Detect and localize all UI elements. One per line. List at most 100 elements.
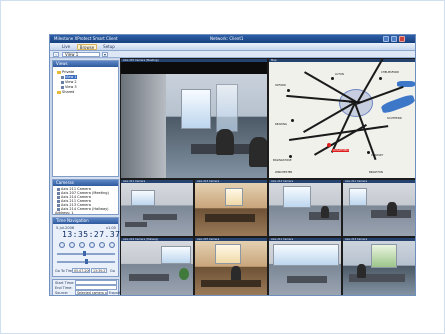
window-title: Network: Client1 (210, 36, 244, 41)
view-icon (61, 85, 64, 89)
light-window (225, 188, 243, 206)
camera-view[interactable]: Axis 211 Camera (120, 179, 194, 237)
desk (287, 276, 327, 283)
map-view[interactable]: Map LUTON OXFORD LONDON GUILDFORD READIN… (268, 58, 415, 179)
time-navigation-title: Time Navigation (53, 218, 118, 224)
map-city-label: LUTON (335, 73, 344, 76)
desk (143, 214, 177, 220)
tree-item-private[interactable]: Private (57, 70, 74, 74)
play-reverse-button[interactable] (79, 242, 85, 248)
window (161, 246, 191, 264)
time-slider-handle[interactable] (83, 251, 86, 256)
go-button[interactable]: Go (110, 269, 115, 273)
map-city-label: READING (275, 123, 287, 126)
camera-label: Axis 211 Camera (269, 238, 341, 241)
camera-view-meeting[interactable]: Axis 207 Camera (Meeting) (120, 58, 268, 179)
person-silhouette (216, 129, 234, 155)
tab-live[interactable]: Live (58, 44, 74, 50)
map-pin[interactable] (379, 77, 382, 80)
pause-button[interactable] (89, 242, 95, 248)
camera-grid: Axis 207 Camera (Meeting) Map LUTON OXFO… (120, 58, 415, 295)
window (273, 244, 339, 266)
skip-forward-button[interactable] (109, 242, 115, 248)
window (283, 186, 311, 208)
view-icon (61, 80, 64, 84)
camera-label: Axis 214 Camera (269, 180, 341, 183)
map-city-label: BRIGHTON (369, 171, 383, 174)
goto-time-field[interactable]: 13:35:27 (91, 268, 107, 273)
map-city-label: CRAWLEY (371, 154, 384, 157)
window (349, 188, 367, 206)
end-time-label: End Time: (55, 286, 73, 290)
desk (129, 274, 169, 281)
cameras-panel-title: Cameras (53, 180, 118, 186)
map-city-label: OXFORD (275, 84, 286, 87)
camera-view[interactable]: Axis 213 Camera (194, 179, 268, 237)
camera-status: Address: 1 (55, 211, 74, 215)
export-button[interactable]: Export (109, 291, 120, 295)
tree-item-shared[interactable]: Shared (57, 90, 74, 94)
minimize-button[interactable] (383, 36, 389, 42)
camera-location-marker[interactable] (327, 143, 331, 147)
camera-view[interactable]: Axis 213 Camera (342, 237, 415, 295)
camera-view[interactable]: Axis 214 Camera (268, 179, 342, 237)
title-bar: Milestone XProtect Smart Client Network:… (50, 35, 415, 43)
left-sidebar: Views Private View 1 View 2 View 3 Share… (52, 59, 125, 295)
goto-date-field[interactable]: 05-07-2006 (72, 268, 90, 273)
person-silhouette (321, 206, 329, 218)
view-selector[interactable]: View 1 (62, 52, 100, 57)
camera-label: Axis 213 Camera (195, 180, 267, 183)
camera-view[interactable]: Axis 211 Camera (342, 179, 415, 237)
folder-icon (57, 70, 61, 74)
glass-wall (181, 89, 211, 129)
map-pin[interactable] (289, 155, 292, 158)
person-silhouette (387, 202, 397, 216)
map-label: Map (269, 59, 415, 62)
source-select[interactable]: Selected camera only (75, 290, 108, 295)
skip-back-button[interactable] (59, 242, 65, 248)
ceiling (121, 62, 267, 74)
views-panel-title: Views (53, 61, 118, 67)
current-time: 13:35:27.379 (62, 230, 126, 239)
desk (125, 222, 147, 227)
light-window (215, 244, 241, 264)
play-button[interactable] (99, 242, 105, 248)
map-city-label: WINCHESTER (275, 171, 293, 174)
desk (201, 280, 261, 287)
plant (179, 268, 189, 280)
person-silhouette (357, 264, 366, 278)
camera-view[interactable]: Axis 211 Camera (268, 237, 342, 295)
map-city-label: SOUTHEND (387, 117, 402, 120)
tab-browse[interactable]: Browse (77, 44, 97, 50)
app-window: Milestone XProtect Smart Client Network:… (49, 34, 416, 296)
map-city-label: BASINGSTOKE (273, 159, 292, 162)
map-pin[interactable] (331, 77, 334, 80)
source-label: Source: (55, 291, 69, 295)
camera-view[interactable]: Axis 214 Camera (Hallway) (120, 237, 194, 295)
camera-view[interactable]: Axis 207 Camera (194, 237, 268, 295)
map-pin[interactable] (291, 119, 294, 122)
map-city-label: LONDON (349, 101, 362, 104)
camera-label: Axis 211 Camera (121, 180, 193, 183)
step-back-button[interactable] (69, 242, 75, 248)
view-icon (61, 75, 64, 79)
views-panel: Views Private View 1 View 2 View 3 Share… (52, 60, 119, 177)
camera-label: Axis 207 Camera (195, 238, 267, 241)
tab-setup[interactable]: Setup (101, 44, 117, 50)
tree-item-view-1[interactable]: View 1 (61, 75, 77, 79)
camera-label: Axis 213 Camera (343, 238, 415, 241)
estuary (380, 93, 415, 115)
view-dropdown-icon[interactable]: ▾ (102, 52, 108, 57)
tree-item-view-2[interactable]: View 2 (61, 80, 77, 84)
speed-slider-handle[interactable] (85, 259, 88, 264)
app-title: Milestone XProtect Smart Client (54, 36, 118, 41)
time-slider[interactable] (57, 253, 115, 255)
back-button[interactable]: ‹ (53, 52, 59, 57)
close-button[interactable] (399, 36, 405, 42)
map-pin[interactable] (367, 151, 370, 154)
time-navigation-panel: Time Navigation 5-Jul-2006 x1.00 13:35:2… (52, 217, 125, 277)
map-pin[interactable] (287, 89, 290, 92)
window (371, 244, 397, 268)
maximize-button[interactable] (391, 36, 397, 42)
tree-item-view-3[interactable]: View 3 (61, 85, 77, 89)
